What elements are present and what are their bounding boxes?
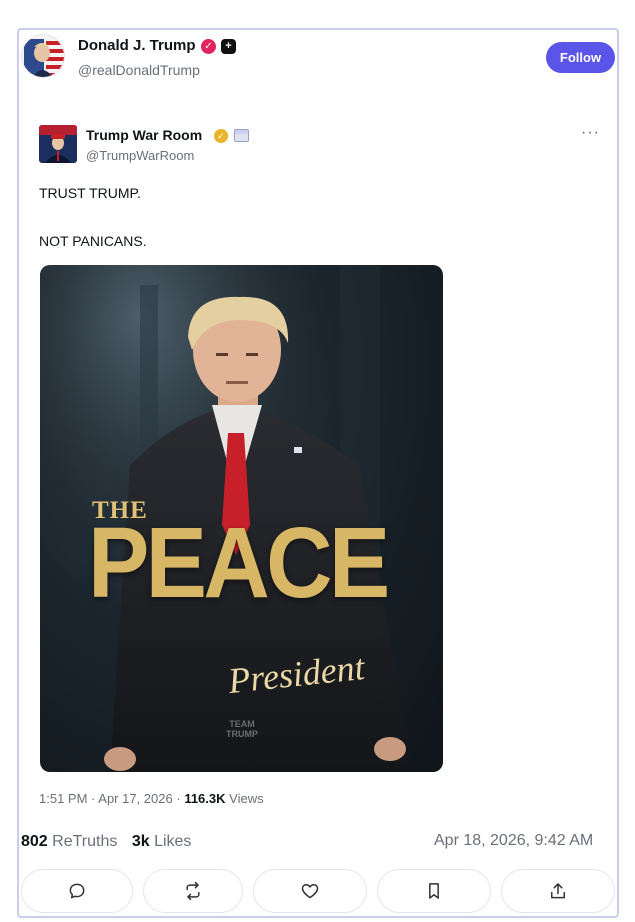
- views-count: 116.3K: [184, 791, 226, 806]
- like-icon: [301, 884, 319, 899]
- follow-button[interactable]: Follow: [546, 42, 615, 73]
- likes-count: 3k: [131, 833, 150, 850]
- post-meta: 1:51 PM · Apr 17, 2026 · 116.3K Views: [39, 791, 264, 806]
- post-text-line: TRUST TRUMP.: [39, 185, 141, 201]
- watermark-line: TRUMP: [226, 729, 258, 739]
- post-text-line: NOT PANICANS.: [39, 233, 147, 249]
- views-label: Views: [229, 791, 264, 806]
- likes-stat[interactable]: 3k Likes: [132, 833, 192, 850]
- post-timestamp: Apr 18, 2026, 9:42 AM: [434, 832, 594, 849]
- share-icon: [551, 883, 565, 899]
- flag-portrait-avatar-icon: [22, 35, 64, 77]
- plus-badge-icon: +: [221, 39, 236, 54]
- retruth-icon: [186, 881, 200, 901]
- post-image[interactable]: THE PEACE President TEAM TRUMP: [40, 265, 443, 772]
- likes-label: Likes: [154, 833, 192, 850]
- verified-badge-icon: ✓: [201, 39, 216, 54]
- engagement-stats: 802 ReTruths 3k Likes: [21, 833, 191, 851]
- image-watermark: TEAM TRUMP: [226, 719, 258, 739]
- portrait-avatar-icon: [39, 125, 77, 163]
- author-handle[interactable]: @realDonaldTrump: [78, 62, 200, 78]
- like-button[interactable]: [253, 869, 367, 913]
- flag-badge-icon: [234, 129, 249, 142]
- verified-gold-badge-icon: ✓: [214, 129, 228, 143]
- quoted-author-avatar[interactable]: [39, 125, 77, 163]
- reply-button[interactable]: [21, 869, 133, 913]
- image-title-main: PEACE: [88, 507, 390, 619]
- retruths-count: 802: [21, 833, 48, 850]
- more-options-icon[interactable]: ···: [581, 124, 600, 142]
- reply-icon: [69, 883, 85, 899]
- retruths-stat[interactable]: 802 ReTruths: [21, 833, 117, 850]
- author-avatar[interactable]: [21, 34, 65, 78]
- retruths-label: ReTruths: [52, 833, 118, 850]
- retruth-button[interactable]: [143, 869, 243, 913]
- author-name[interactable]: Donald J. Trump: [78, 37, 196, 54]
- post-date[interactable]: Apr 17, 2026: [98, 791, 172, 806]
- watermark-line: TEAM: [229, 719, 255, 729]
- share-button[interactable]: [501, 869, 615, 913]
- quoted-author-name[interactable]: Trump War Room: [86, 127, 202, 143]
- bookmark-button[interactable]: [377, 869, 491, 913]
- post-time[interactable]: 1:51 PM: [39, 791, 87, 806]
- bookmark-icon: [429, 883, 439, 899]
- quoted-author-handle[interactable]: @TrumpWarRoom: [86, 148, 194, 163]
